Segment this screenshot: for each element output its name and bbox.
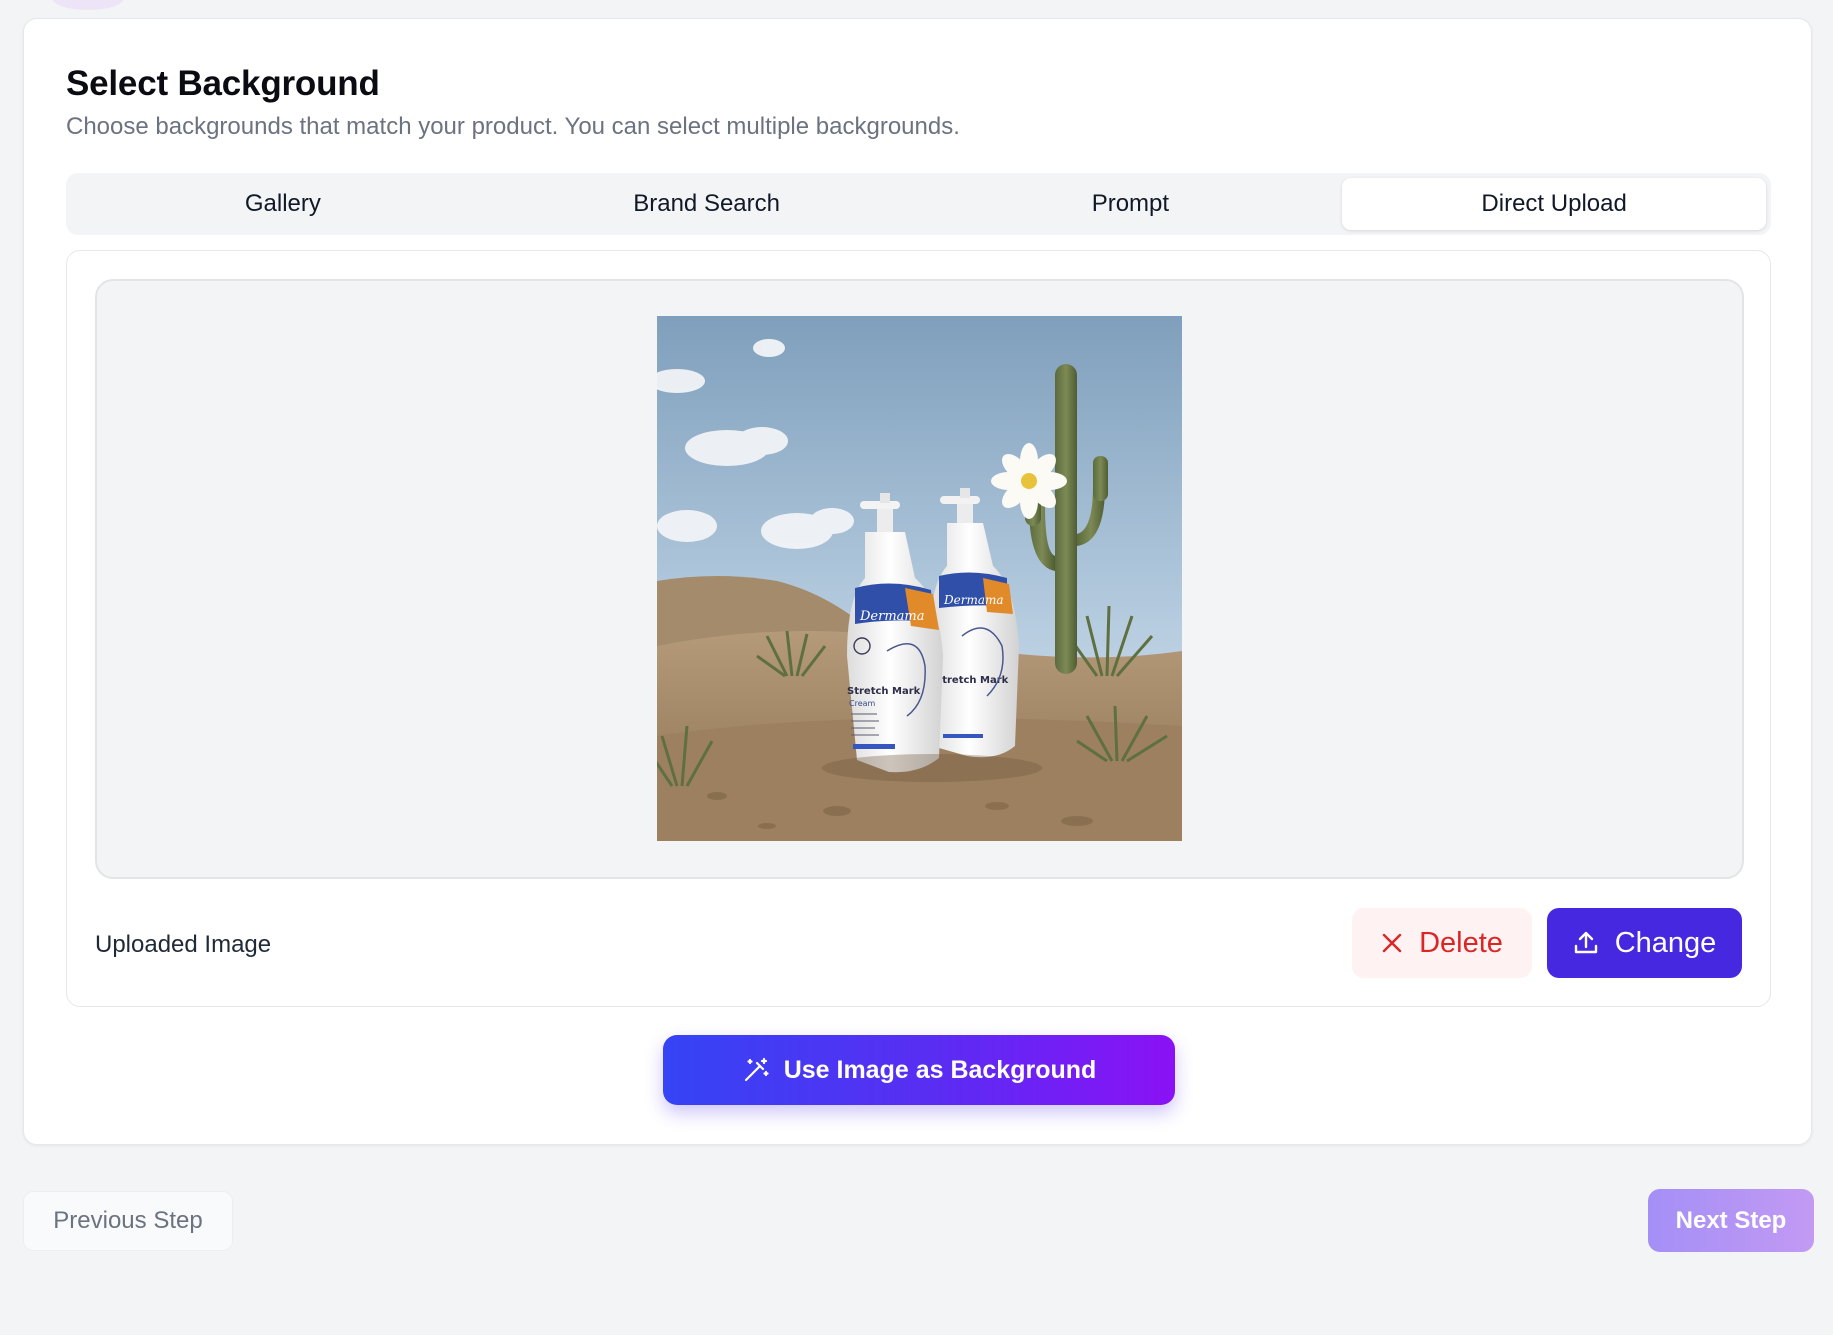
change-button-label: Change — [1614, 926, 1717, 959]
change-button[interactable]: Change — [1547, 908, 1742, 978]
use-image-as-background-label: Use Image as Background — [783, 1055, 1097, 1084]
uploaded-image-label: Uploaded Image — [95, 931, 272, 958]
upload-dropzone[interactable]: Dermama Stretch Mark Dermama Stretch Mar… — [95, 279, 1744, 879]
decorative-blob — [52, 0, 124, 10]
tab-gallery[interactable]: Gallery — [71, 178, 495, 230]
page-subtitle: Choose backgrounds that match your produ… — [66, 113, 960, 140]
tab-prompt[interactable]: Prompt — [919, 178, 1343, 230]
tab-direct-upload[interactable]: Direct Upload — [1342, 178, 1766, 230]
previous-step-button[interactable]: Previous Step — [23, 1191, 233, 1251]
front-bottle-product-text: Stretch Mark — [847, 686, 921, 697]
delete-button-label: Delete — [1419, 926, 1503, 959]
upload-icon — [1573, 930, 1599, 956]
delete-button[interactable]: Delete — [1352, 908, 1532, 978]
page-title: Select Background — [66, 64, 380, 103]
upload-panel: Dermama Stretch Mark Dermama Stretch Mar… — [66, 250, 1771, 1007]
magic-wand-icon — [742, 1056, 770, 1084]
background-source-tabs: Gallery Brand Search Prompt Direct Uploa… — [66, 173, 1771, 235]
uploaded-image-preview: Dermama Stretch Mark Dermama Stretch Mar… — [657, 316, 1182, 841]
back-bottle-brand-text: Dermama — [943, 593, 1004, 607]
front-bottle-subtext: Cream — [849, 699, 876, 708]
tab-brand-search[interactable]: Brand Search — [495, 178, 919, 230]
use-image-as-background-button[interactable]: Use Image as Background — [663, 1035, 1175, 1105]
next-step-button[interactable]: Next Step — [1648, 1189, 1814, 1252]
x-icon — [1381, 932, 1403, 954]
front-bottle-brand-text: Dermama — [859, 609, 925, 624]
select-background-card: Select Background Choose backgrounds tha… — [23, 18, 1812, 1145]
